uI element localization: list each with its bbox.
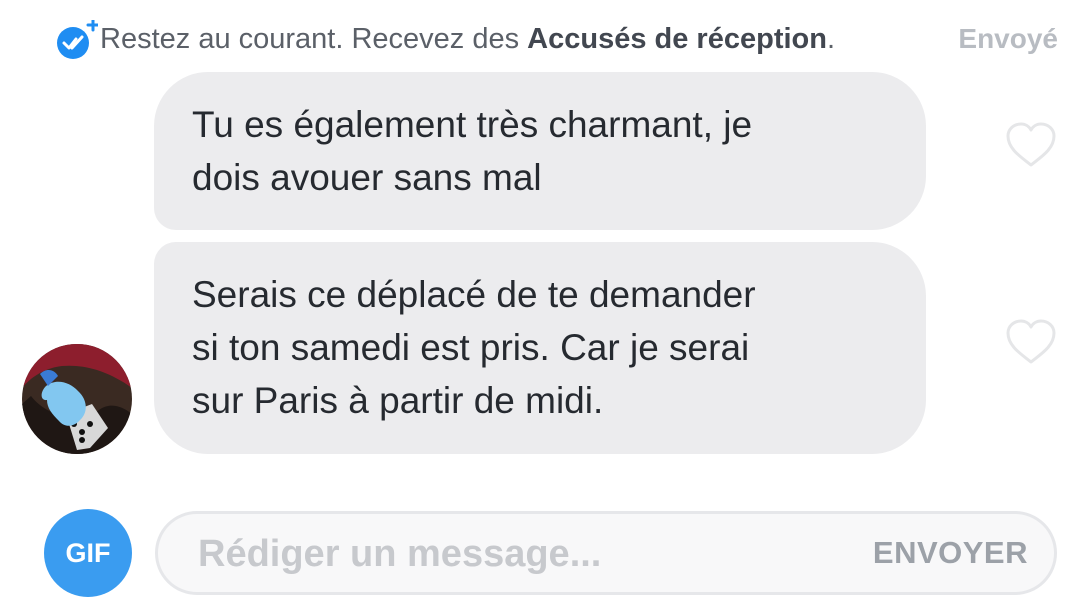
message-line: si ton samedi est pris. Car je serai xyxy=(192,327,750,368)
read-receipt-message[interactable]: Restez au courant. Recevez des Accusés d… xyxy=(100,20,835,58)
read-receipt-suffix: . xyxy=(826,23,836,55)
heart-outline-icon[interactable] xyxy=(1004,121,1058,169)
gif-button[interactable]: GIF xyxy=(44,509,132,597)
message-line: sur Paris à partir de midi. xyxy=(192,380,604,421)
heart-outline-icon[interactable] xyxy=(1004,318,1058,366)
message-bubble[interactable]: Serais ce déplacé de te demander si ton … xyxy=(154,242,926,454)
message-line: Serais ce déplacé de te demander xyxy=(192,274,756,315)
read-receipt-banner[interactable]: Restez au courant. Recevez des Accusés d… xyxy=(54,18,1064,60)
message-input[interactable] xyxy=(198,525,818,583)
send-button[interactable]: ENVOYER xyxy=(873,534,1028,572)
message-bubble[interactable]: Tu es également très charmant, je dois a… xyxy=(154,72,926,230)
sent-status: Envoyé xyxy=(958,23,1058,54)
read-receipts-link[interactable]: Accusés de réception xyxy=(527,23,827,55)
message-composer[interactable]: ENVOYER xyxy=(155,511,1057,595)
avatar[interactable] xyxy=(22,344,132,454)
message-line: dois avouer sans mal xyxy=(192,157,542,198)
read-receipt-check-icon xyxy=(54,18,100,62)
message-line: Tu es également très charmant, je xyxy=(192,104,753,145)
read-receipt-prefix: Restez au courant. Recevez des xyxy=(100,23,528,55)
